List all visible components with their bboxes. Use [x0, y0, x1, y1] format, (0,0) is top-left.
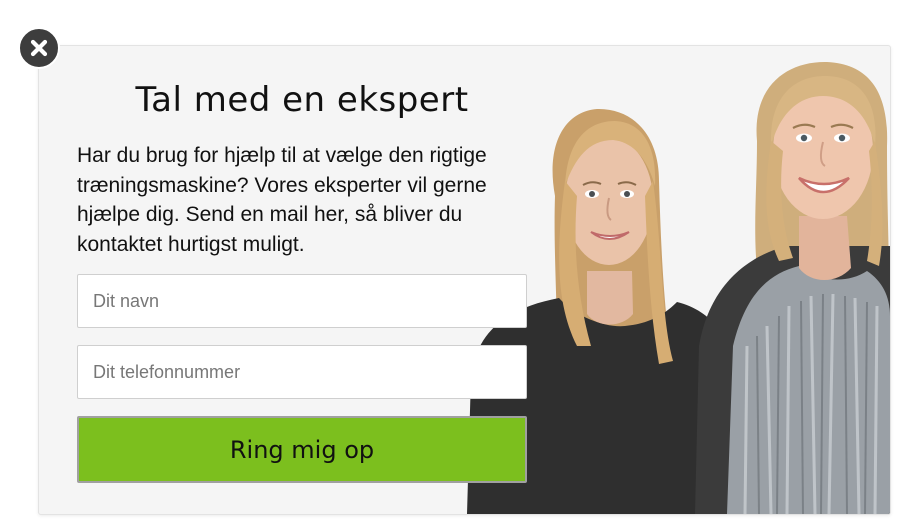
close-icon — [30, 39, 48, 57]
contact-popup: Tal med en ekspert Har du brug for hjælp… — [38, 45, 891, 515]
close-button[interactable] — [18, 27, 60, 69]
popup-description: Har du brug for hjælp til at vælge den r… — [77, 144, 487, 256]
name-input[interactable] — [77, 274, 527, 328]
popup-title: Tal med en ekspert — [135, 80, 469, 120]
phone-input[interactable] — [77, 345, 527, 399]
call-me-button[interactable]: Ring mig op — [77, 416, 527, 483]
page: Tal med en ekspert Har du brug for hjælp… — [0, 0, 901, 528]
